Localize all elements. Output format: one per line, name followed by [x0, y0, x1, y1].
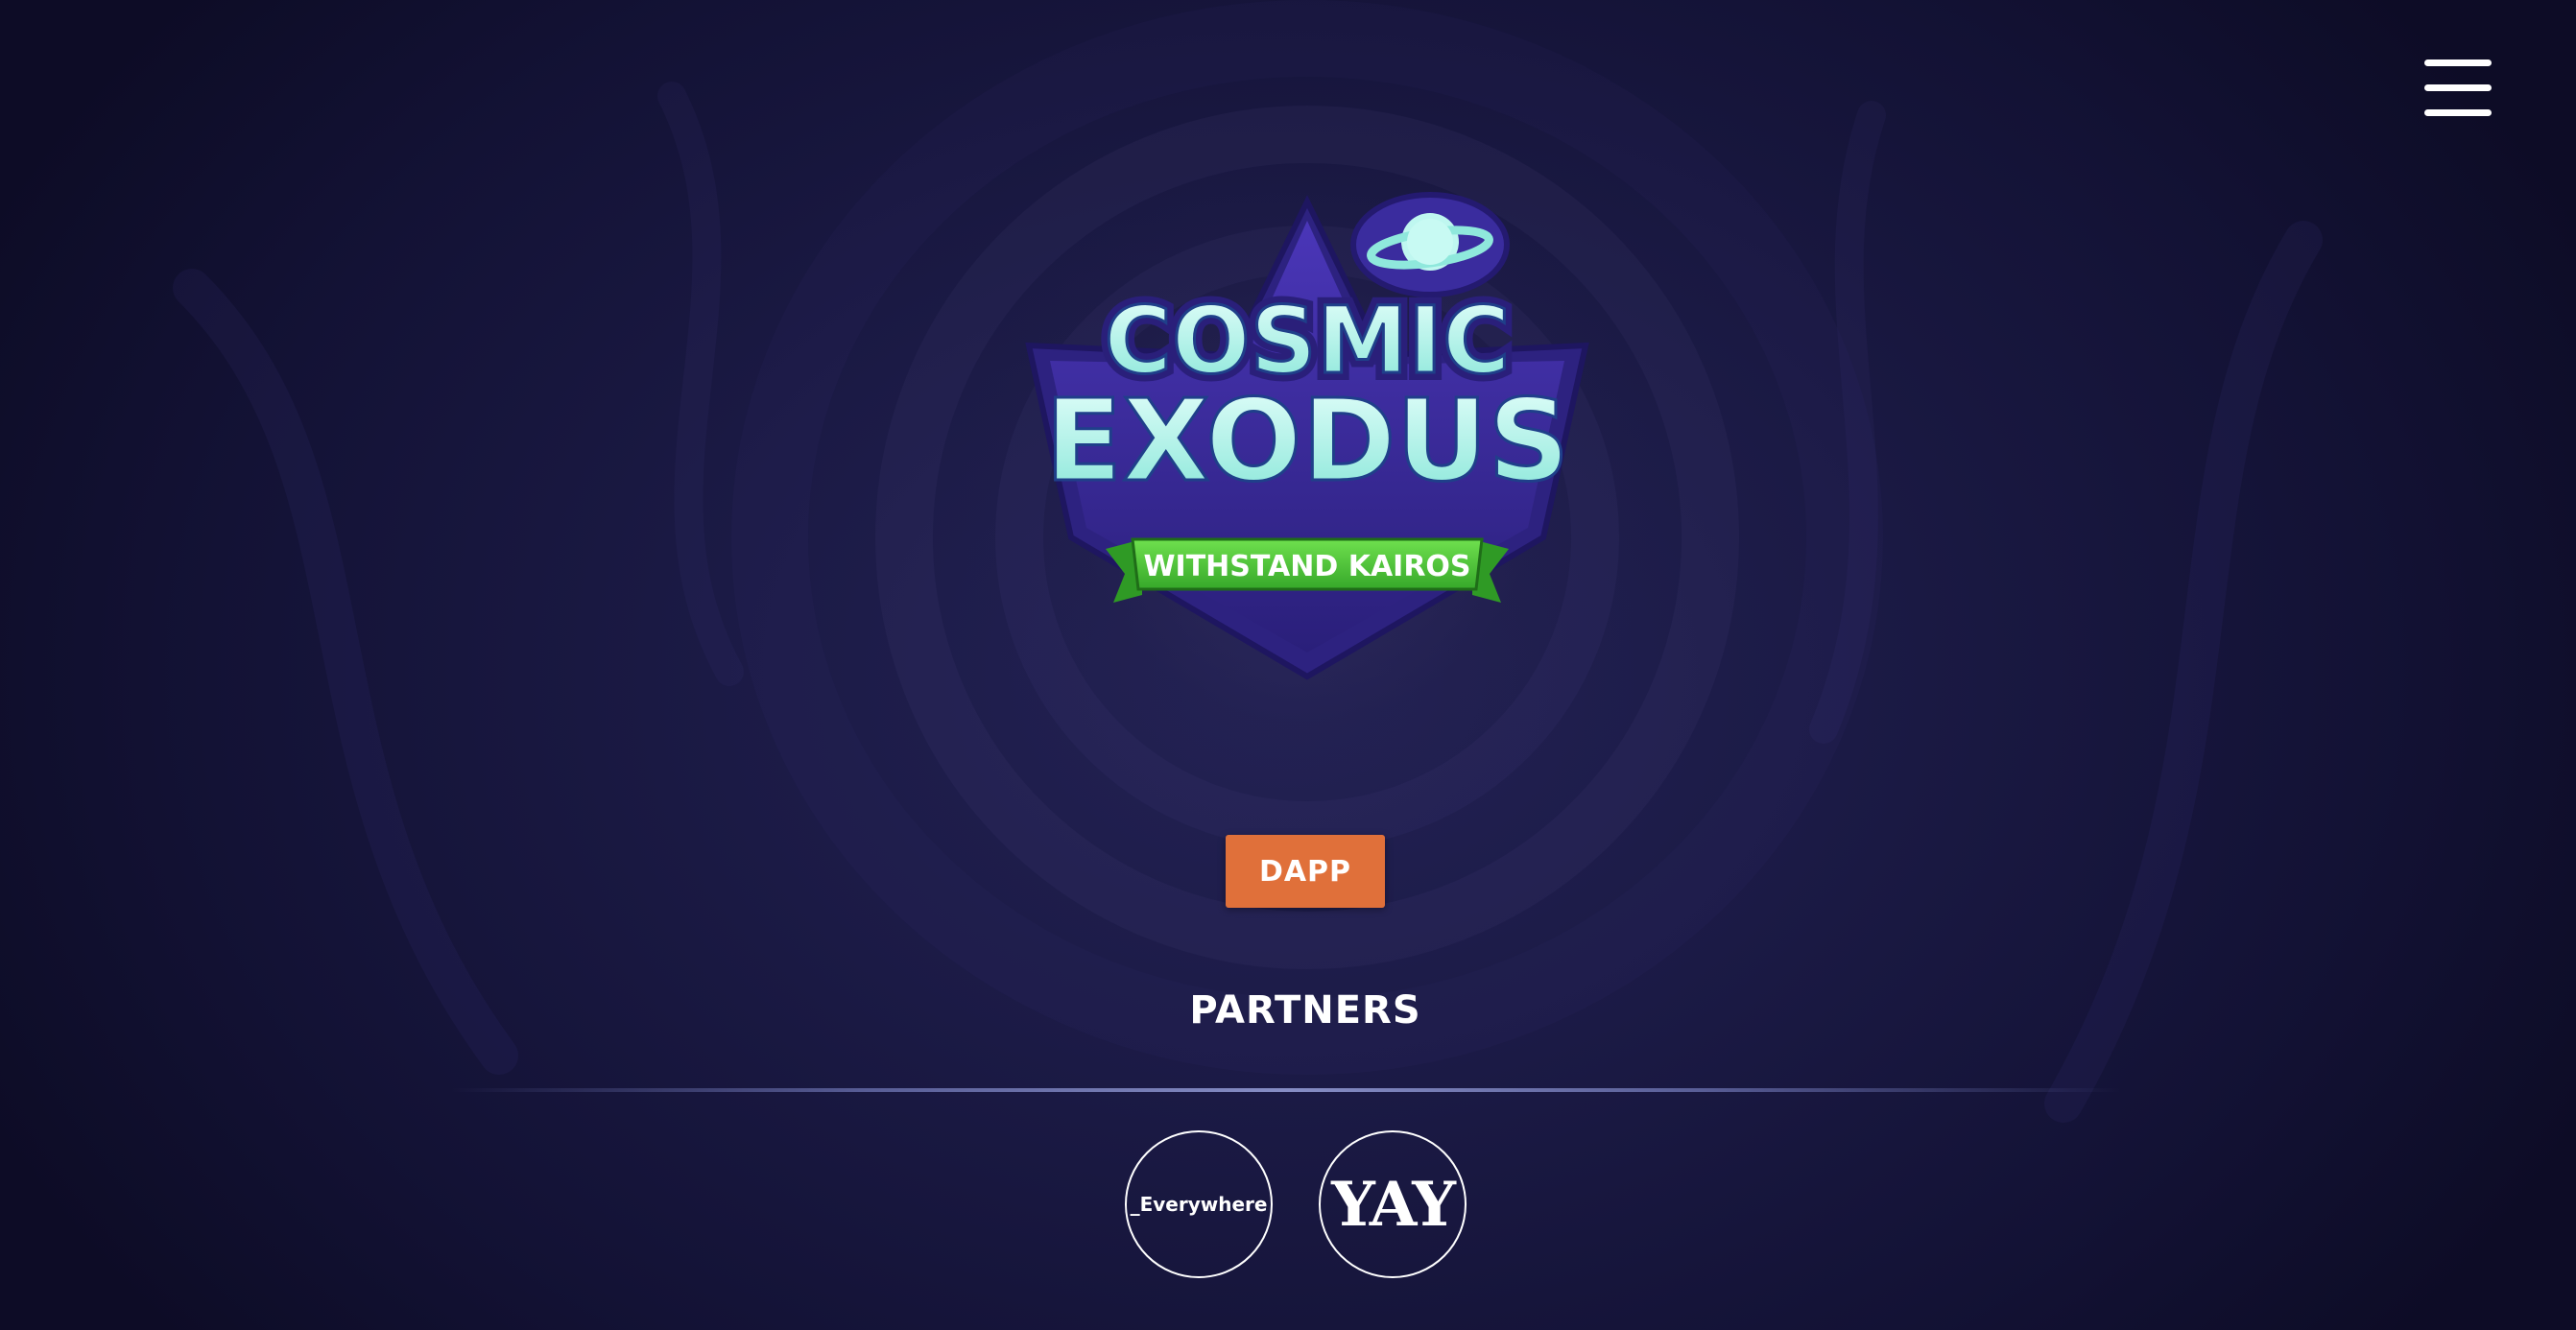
- logo-title-line2: EXODUS: [1045, 374, 1569, 507]
- logo-emblem: COSMIC COSMIC EXODUS WITHSTAND KAIROS: [1025, 192, 1589, 680]
- partners-heading: PARTNERS: [1189, 988, 1421, 1033]
- logo-tagline: WITHSTAND KAIROS: [1143, 550, 1470, 583]
- hamburger-menu-button[interactable]: [2424, 58, 2493, 117]
- dapp-button[interactable]: DAPP: [1226, 835, 1385, 908]
- cosmic-exodus-logo: COSMIC COSMIC EXODUS WITHSTAND KAIROS: [1017, 192, 1593, 691]
- partner-yay-label: YAY: [1331, 1168, 1456, 1241]
- planet-icon: [1350, 192, 1510, 297]
- partners-divider: [451, 1088, 2121, 1092]
- hamburger-menu-icon-bar-middle: [2424, 84, 2492, 91]
- hamburger-menu-icon: [2424, 59, 2492, 66]
- partner-logo-yay[interactable]: YAY: [1319, 1130, 1467, 1278]
- hamburger-menu-icon-bar-bottom: [2424, 109, 2492, 116]
- partner-everywhere-label: _Everywhere: [1130, 1193, 1268, 1216]
- partner-logo-everywhere[interactable]: _Everywhere: [1125, 1130, 1273, 1278]
